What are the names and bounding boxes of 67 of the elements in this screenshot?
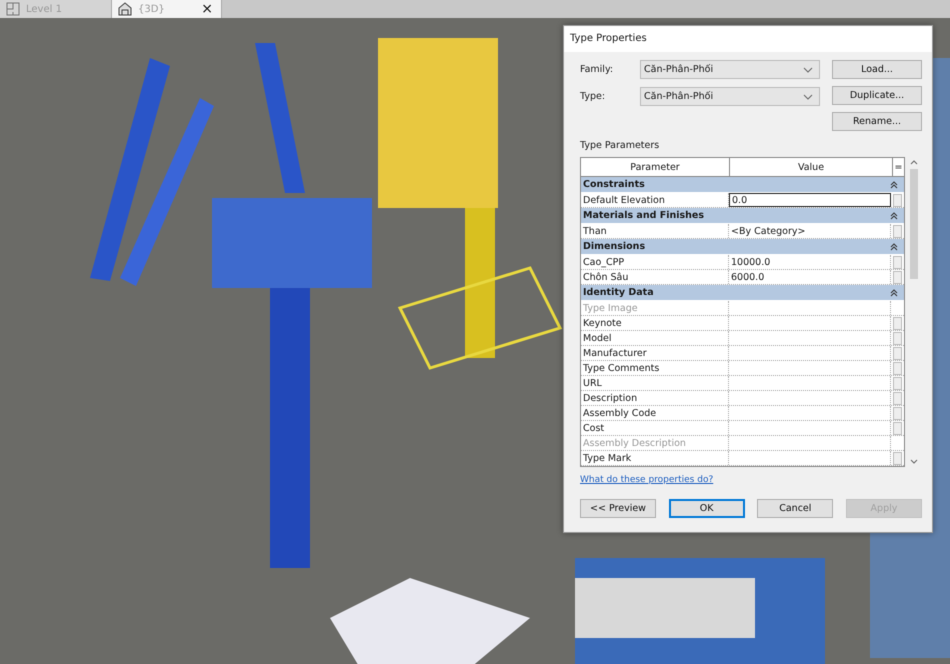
group-header[interactable]: Dimensions — [581, 239, 904, 255]
formula-button[interactable] — [893, 422, 902, 434]
parameter-cell: URL — [581, 376, 729, 390]
parameter-cell: Than — [581, 224, 729, 238]
parameter-cell: Type Comments — [581, 361, 729, 375]
formula-button[interactable] — [893, 270, 902, 284]
parameter-cell: Default Elevation — [581, 193, 729, 207]
formula-button[interactable] — [893, 256, 902, 268]
parameter-cell: Chôn Sâu — [581, 270, 729, 284]
formula-button[interactable] — [893, 406, 902, 420]
house-icon — [118, 2, 132, 16]
parameter-cell: Manufacturer — [581, 346, 729, 360]
group-name: Materials and Finishes — [583, 210, 704, 221]
scroll-down-icon — [910, 459, 918, 464]
formula-button[interactable] — [893, 376, 902, 390]
parameter-cell: Assembly Code — [581, 406, 729, 420]
field-label: Type: — [580, 91, 606, 102]
value-cell[interactable]: <By Category> — [729, 224, 891, 238]
chevron-down-icon — [803, 94, 813, 100]
floor-plan-icon — [6, 2, 20, 16]
value-cell[interactable]: 0.0 — [729, 193, 891, 207]
tab-label: Level 1 — [26, 4, 63, 14]
scroll-thumb[interactable] — [910, 169, 918, 279]
formula-button[interactable] — [893, 332, 902, 344]
group-name: Dimensions — [583, 241, 646, 252]
formula-button[interactable] — [893, 224, 902, 238]
parameter-cell: Description — [581, 391, 729, 405]
formula-button[interactable] — [893, 194, 902, 206]
dialog-title: Type Properties — [564, 26, 932, 52]
view-tab[interactable]: {3D} × — [112, 0, 222, 18]
dialog-button[interactable]: Rename... — [832, 112, 922, 131]
group-name: Constraints — [583, 179, 645, 190]
column-header: Parameter — [581, 158, 730, 176]
dialog-button[interactable]: Load... — [832, 60, 922, 79]
formula-button[interactable] — [893, 362, 902, 374]
scroll-up-icon — [910, 160, 918, 165]
help-link[interactable]: What do these properties do? — [580, 475, 714, 485]
value-cell[interactable]: 6000.0 — [729, 270, 891, 284]
dialog-button[interactable]: << Preview — [580, 499, 656, 518]
dropdown-field[interactable]: Căn-Phân-Phối — [640, 87, 820, 106]
dialog-button[interactable]: Cancel — [757, 499, 834, 518]
parameter-cell: Assembly Description — [581, 436, 729, 450]
group-header[interactable]: Constraints — [581, 177, 904, 193]
formula-button[interactable] — [893, 346, 902, 360]
dialog-button[interactable]: OK — [668, 499, 745, 518]
value-cell[interactable]: 10000.0 — [729, 255, 891, 269]
formula-button[interactable] — [893, 392, 902, 404]
formula-button[interactable] — [893, 452, 902, 464]
formula-button[interactable] — [893, 316, 902, 330]
dropdown-field[interactable]: Căn-Phân-Phối — [640, 60, 820, 79]
tab-label: {3D} — [138, 4, 166, 14]
column-header: Value — [730, 158, 893, 176]
group-header[interactable]: Identity Data — [581, 285, 904, 301]
group-header[interactable]: Materials and Finishes — [581, 208, 904, 224]
field-label: Family: — [580, 64, 614, 75]
parameter-cell: Type Image — [581, 301, 729, 315]
group-name: Identity Data — [583, 287, 654, 298]
section-label: Type Parameters — [580, 140, 660, 151]
parameter-cell: Cao_CPP — [581, 255, 729, 269]
parameter-cell: Keynote — [581, 316, 729, 330]
dialog-button[interactable]: Duplicate... — [832, 86, 922, 105]
chevron-down-icon — [803, 66, 813, 72]
close-button[interactable]: × — [199, 2, 215, 16]
parameter-cell: Cost — [581, 421, 729, 435]
filter-button[interactable]: = — [893, 158, 904, 176]
parameter-cell: Model — [581, 331, 729, 345]
parameter-cell: Type Mark — [581, 451, 729, 465]
